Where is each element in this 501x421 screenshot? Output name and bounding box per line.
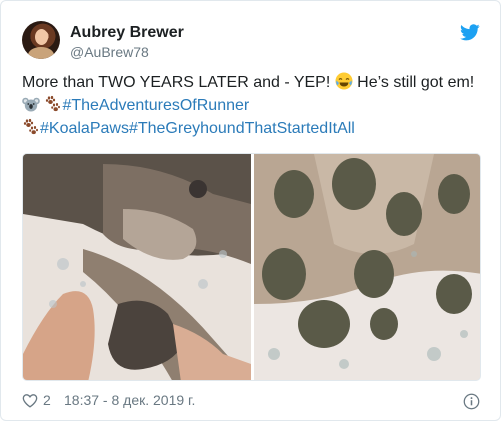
hashtag-link[interactable]: #TheGreyhoundThatStartedItAll <box>129 120 355 137</box>
photo-dog-with-hand[interactable] <box>23 154 251 380</box>
tweet-text-part: More than TWO YEARS LATER and - YEP! <box>22 74 335 91</box>
photo-dog-paws[interactable] <box>254 154 480 380</box>
face-with-tears-of-joy-emoji <box>335 72 353 90</box>
koala-emoji <box>22 97 40 112</box>
avatar-shirt <box>28 47 54 59</box>
paw-prints-emoji <box>23 118 38 135</box>
avatar-face <box>35 29 48 45</box>
hashtag-link[interactable]: #KoalaPaws <box>40 120 129 137</box>
avatar[interactable] <box>22 21 60 59</box>
author-name[interactable]: Aubrey Brewer <box>70 24 184 42</box>
twitter-bird-icon[interactable] <box>460 24 480 41</box>
tweet-line-1: More than TWO YEARS LATER and - YEP! He’… <box>22 71 492 94</box>
timestamp[interactable]: 18:37 - 8 дек. 2019 г. <box>64 392 195 408</box>
heart-icon[interactable] <box>22 393 38 408</box>
tweet-line-2: #TheAdventuresOfRunner <box>22 94 492 117</box>
tweet-card: Aubrey Brewer @AuBrew78 More than TWO YE… <box>0 0 501 421</box>
tweet-line-3: #KoalaPaws#TheGreyhoundThatStartedItAll <box>22 117 492 140</box>
author-handle[interactable]: @AuBrew78 <box>70 44 149 60</box>
tweet-text-part: He’s still got em! <box>352 74 475 91</box>
hashtag-link[interactable]: #TheAdventuresOfRunner <box>62 97 249 114</box>
tweet-text: More than TWO YEARS LATER and - YEP! He’… <box>22 71 492 140</box>
media-grid <box>22 153 481 381</box>
photo-dog-with-hand-image <box>23 154 251 380</box>
photo-dog-paws-image <box>254 154 480 380</box>
like-count[interactable]: 2 <box>43 392 51 408</box>
paw-prints-emoji <box>46 95 61 112</box>
info-icon[interactable] <box>463 393 480 410</box>
